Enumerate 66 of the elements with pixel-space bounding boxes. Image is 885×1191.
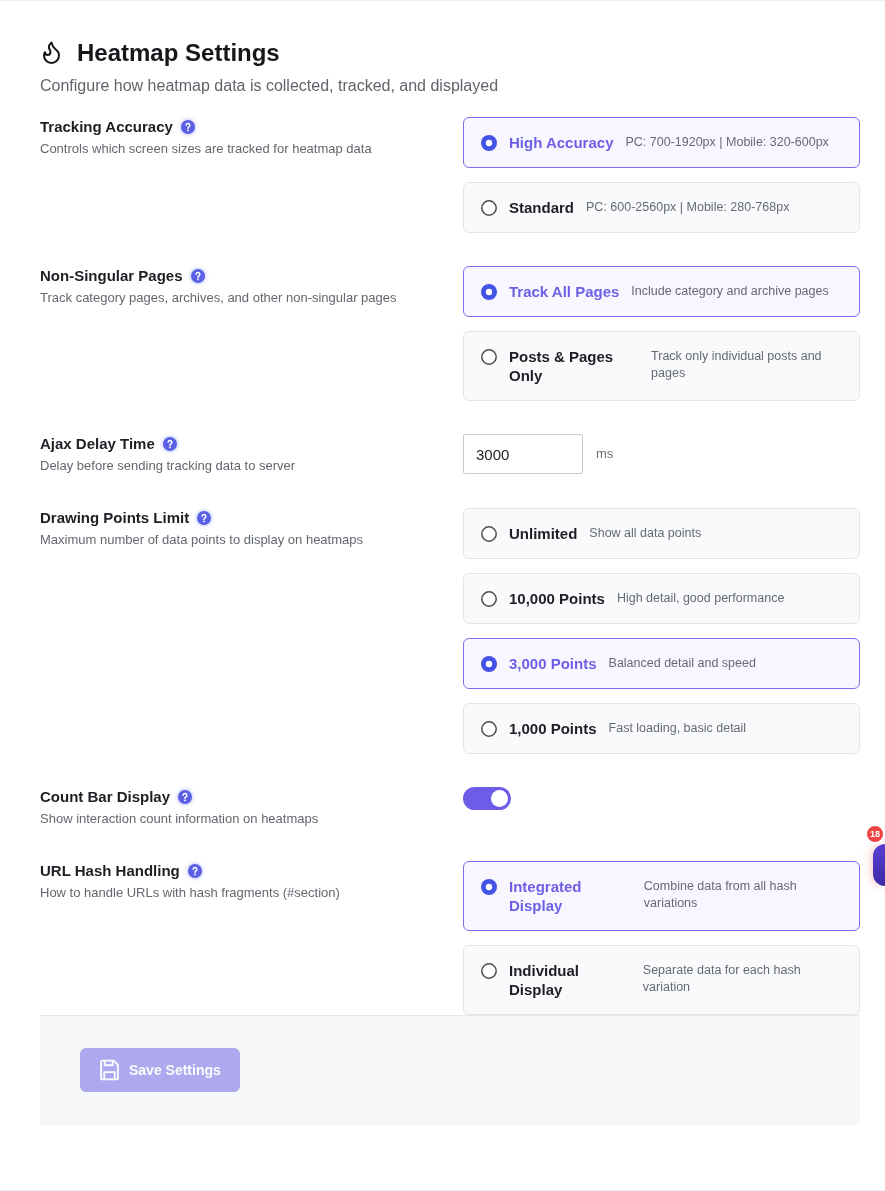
setting-label: URL Hash Handling — [40, 861, 180, 881]
option-card[interactable]: Integrated Display Combine data from all hash variations — [463, 861, 860, 931]
option-card[interactable]: Track All Pages Include category and archive pages — [463, 266, 860, 317]
option-title: Unlimited — [509, 524, 578, 543]
option-title: Track All Pages — [509, 282, 620, 301]
number-input[interactable]: 3000 — [463, 434, 583, 474]
setting-label: Ajax Delay Time — [40, 434, 155, 454]
option-card[interactable]: 10,000 Points High detail, good performance — [463, 573, 860, 624]
setting-description: Maximum number of data points to display on heatmaps — [40, 531, 364, 549]
option-card[interactable]: High Accuracy PC: 700-1920px | Mobile: 320-600px — [463, 117, 860, 168]
setting-description: Show interaction count information on heatmaps — [40, 810, 320, 828]
help-icon[interactable] — [190, 269, 205, 283]
setting-description: How to handle URLs with hash fragments (#section) — [40, 884, 341, 902]
radio-button[interactable] — [481, 135, 497, 151]
help-icon[interactable] — [197, 511, 212, 525]
help-icon[interactable] — [187, 864, 202, 878]
option-title: High Accuracy — [509, 133, 614, 152]
setting-description: Controls which screen sizes are tracked for heatmap data — [40, 140, 373, 158]
radio-button[interactable] — [481, 879, 497, 895]
option-title: 3,000 Points — [509, 654, 597, 673]
option-description: Show all data points — [589, 525, 702, 542]
setting-label: Drawing Points Limit — [40, 508, 190, 528]
toggle-switch[interactable] — [463, 787, 511, 810]
radio-button[interactable] — [481, 721, 497, 737]
option-card[interactable]: Unlimited Show all data points — [463, 508, 860, 559]
radio-button[interactable] — [481, 526, 497, 542]
option-description: PC: 600-2560px | Mobile: 280-768px — [586, 199, 790, 216]
option-title: 1,000 Points — [509, 719, 597, 738]
help-icon[interactable] — [180, 120, 195, 134]
floating-action-button[interactable] — [873, 844, 885, 886]
help-icon[interactable] — [178, 790, 193, 804]
page-subtitle: Configure how heatmap data is collected, tracked, and displayed — [40, 76, 500, 96]
option-description: High detail, good performance — [616, 590, 785, 607]
notification-badge: 18 — [865, 824, 885, 844]
option-title: 10,000 Points — [509, 589, 605, 608]
option-description: Combine data from all hash variations — [643, 878, 798, 912]
unit-label: ms — [596, 445, 614, 464]
radio-button[interactable] — [481, 591, 497, 607]
setting-description: Track category pages, archives, and other non-singular pages — [40, 289, 398, 307]
option-description: Fast loading, basic detail — [608, 720, 747, 737]
radio-button[interactable] — [481, 349, 497, 365]
option-description: Track only individual posts and pages — [651, 348, 823, 382]
option-title: Integrated Display — [509, 877, 583, 915]
radio-button[interactable] — [481, 656, 497, 672]
option-description: PC: 700-1920px | Mobile: 320-600px — [625, 134, 829, 151]
help-icon[interactable] — [162, 437, 177, 451]
option-card[interactable]: Standard PC: 600-2560px | Mobile: 280-768px — [463, 182, 860, 233]
radio-button[interactable] — [481, 963, 497, 979]
setting-description: Delay before sending tracking data to server — [40, 457, 297, 475]
radio-button[interactable] — [481, 200, 497, 216]
setting-label: Non-Singular Pages — [40, 266, 183, 286]
option-description: Separate data for each hash variation — [642, 962, 802, 996]
setting-label: Count Bar Display — [40, 787, 171, 807]
flame-icon — [42, 41, 61, 64]
option-card[interactable]: Posts & Pages Only Track only individual posts and pages — [463, 331, 860, 401]
option-title: Standard — [509, 198, 574, 217]
option-card[interactable]: 3,000 Points Balanced detail and speed — [463, 638, 860, 689]
option-description: Balanced detail and speed — [608, 655, 756, 672]
option-description: Include category and archive pages — [631, 283, 829, 300]
option-card[interactable]: Individual Display Separate data for each hash variation — [463, 945, 860, 1015]
setting-label: Tracking Accuracy — [40, 117, 173, 137]
page-title: Heatmap Settings — [77, 38, 280, 68]
option-title: Posts & Pages Only — [509, 347, 615, 385]
option-card[interactable]: 1,000 Points Fast loading, basic detail — [463, 703, 860, 754]
option-title: Individual Display — [509, 961, 580, 999]
radio-button[interactable] — [481, 284, 497, 300]
